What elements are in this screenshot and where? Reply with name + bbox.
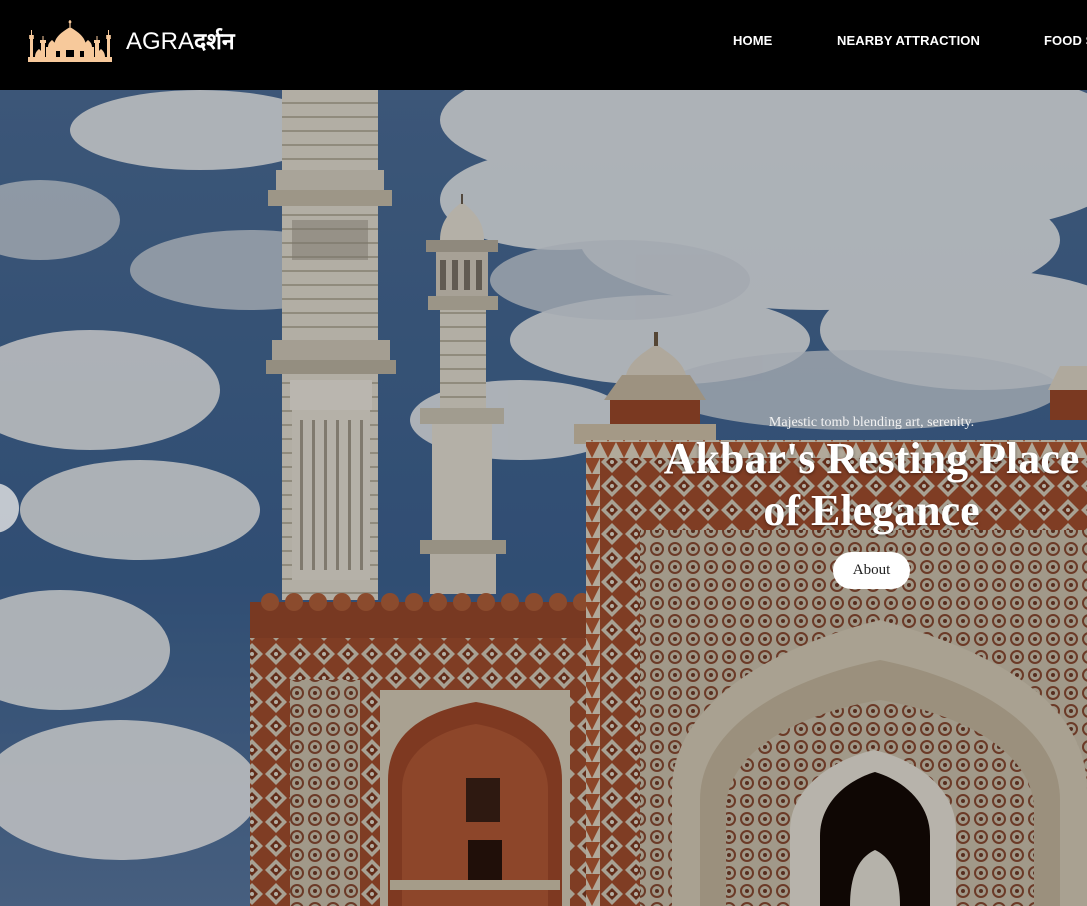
brand-latin: AGRA xyxy=(126,28,195,55)
brand-devanagari: दर्शन xyxy=(194,29,235,55)
nav-food-link[interactable]: FOOD S xyxy=(1044,33,1087,48)
hero-headline-line2: of Elegance xyxy=(763,486,980,535)
about-button[interactable]: About xyxy=(832,552,911,589)
hero-caption: Majestic tomb blending art, serenity. Ak… xyxy=(656,413,1087,589)
site-header: AGRAदर्शन HOME NEARBY ATTRACTION FOOD S xyxy=(0,0,1087,90)
hero-slider: Majestic tomb blending art, serenity. Ak… xyxy=(0,90,1087,906)
nav-nearby-attraction-link[interactable]: NEARBY ATTRACTION xyxy=(837,33,980,48)
hero-headline: Akbar's Resting Place of Elegance xyxy=(656,433,1087,537)
site-brand[interactable]: AGRAदर्शन xyxy=(126,24,235,56)
mosque-icon[interactable] xyxy=(26,19,114,63)
nav-home-link[interactable]: HOME xyxy=(733,33,772,48)
hero-headline-line1: Akbar's Resting Place xyxy=(663,434,1080,483)
hero-tagline: Majestic tomb blending art, serenity. xyxy=(768,415,975,430)
